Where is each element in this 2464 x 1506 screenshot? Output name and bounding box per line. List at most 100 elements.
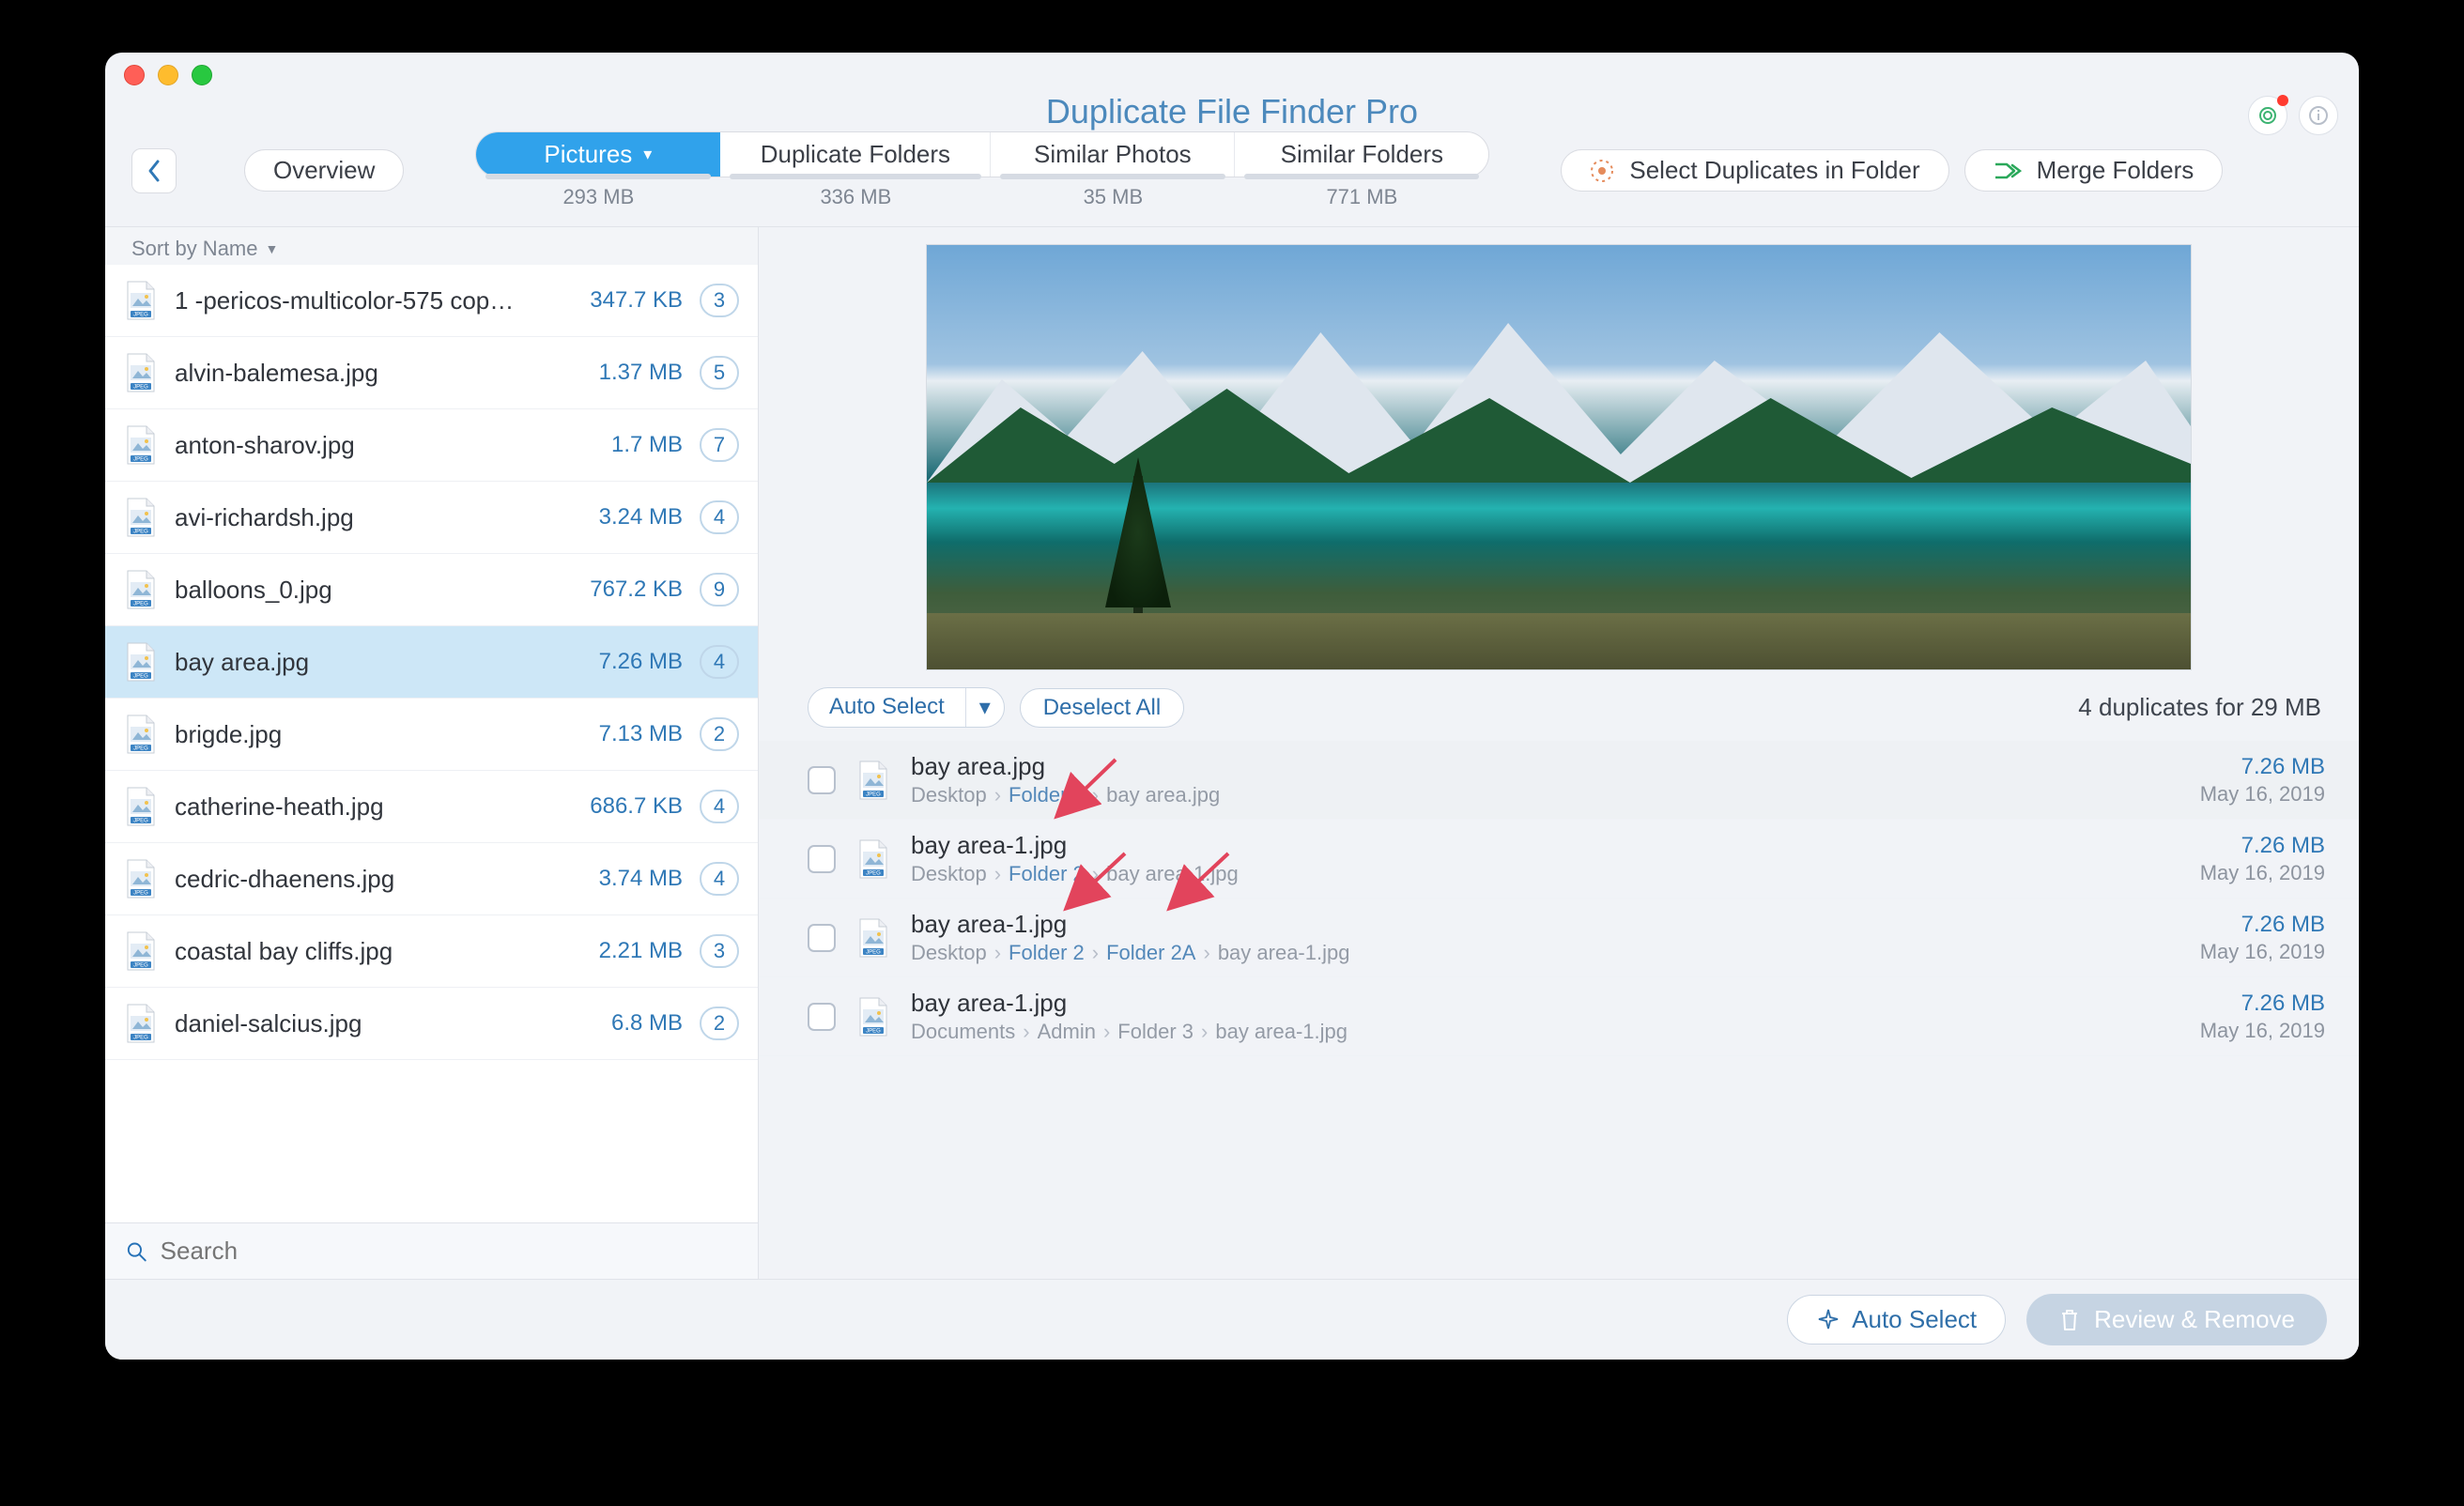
path-crumb: Folder 2 bbox=[1009, 862, 1085, 885]
sidebar-item[interactable]: JPEG daniel-salcius.jpg 6.8 MB 2 bbox=[105, 988, 758, 1060]
deselect-all-button[interactable]: Deselect All bbox=[1020, 688, 1184, 728]
duplicate-count-badge: 4 bbox=[700, 645, 739, 679]
sidebar-item[interactable]: JPEG balloons_0.jpg 767.2 KB 9 bbox=[105, 554, 758, 626]
tab-similar-photos[interactable]: Similar Photos bbox=[991, 132, 1235, 177]
file-name: anton-sharov.jpg bbox=[175, 431, 534, 460]
duplicate-file-path: Documents›Admin›Folder 3›bay area-1.jpg bbox=[911, 1020, 2179, 1044]
svg-text:JPEG: JPEG bbox=[133, 602, 148, 607]
review-and-remove-button[interactable]: Review & Remove bbox=[2026, 1294, 2327, 1345]
duplicate-count-badge: 2 bbox=[700, 717, 739, 751]
jpeg-file-icon: JPEG bbox=[856, 996, 890, 1037]
duplicate-count-badge: 3 bbox=[700, 934, 739, 968]
tab-similar-folders[interactable]: Similar Folders bbox=[1235, 132, 1488, 177]
select-duplicates-in-folder-button[interactable]: Select Duplicates in Folder bbox=[1561, 149, 1948, 192]
file-name: balloons_0.jpg bbox=[175, 576, 534, 605]
chevron-right-icon: › bbox=[1201, 1020, 1208, 1043]
duplicate-file-name: bay area-1.jpg bbox=[911, 989, 2179, 1018]
tab-duplicate-folders[interactable]: Duplicate Folders bbox=[720, 132, 991, 177]
overview-button[interactable]: Overview bbox=[244, 149, 404, 192]
svg-text:JPEG: JPEG bbox=[133, 530, 148, 535]
merge-folders-button[interactable]: Merge Folders bbox=[1964, 149, 2224, 192]
activity-icon[interactable] bbox=[2248, 96, 2287, 135]
image-preview bbox=[926, 244, 2192, 670]
select-checkbox[interactable] bbox=[808, 1003, 836, 1031]
duplicate-row[interactable]: JPEG bay area-1.jpg Desktop›Folder 2›Fol… bbox=[759, 899, 2359, 977]
chevron-right-icon: › bbox=[994, 941, 1001, 964]
duplicate-count-badge: 2 bbox=[700, 1007, 739, 1040]
footer-auto-select-button[interactable]: Auto Select bbox=[1787, 1295, 2006, 1345]
duplicates-summary: 4 duplicates for 29 MB bbox=[2078, 693, 2331, 722]
duplicate-file-path: Desktop›Folder 2›Folder 2A›bay area-1.jp… bbox=[911, 941, 2179, 965]
chevron-down-icon: ▼ bbox=[266, 241, 279, 256]
sidebar-item[interactable]: JPEG brigde.jpg 7.13 MB 2 bbox=[105, 699, 758, 771]
duplicate-file-name: bay area-1.jpg bbox=[911, 831, 2179, 860]
svg-text:JPEG: JPEG bbox=[866, 870, 881, 876]
overview-label: Overview bbox=[273, 156, 375, 185]
file-size: 767.2 KB bbox=[551, 576, 683, 603]
chevron-right-icon: › bbox=[1203, 941, 1209, 964]
sidebar-item[interactable]: JPEG alvin-balemesa.jpg 1.37 MB 5 bbox=[105, 337, 758, 409]
sidebar-item[interactable]: JPEG 1 -pericos-multicolor-575 cop… 347.… bbox=[105, 265, 758, 337]
info-icon[interactable] bbox=[2299, 96, 2338, 135]
duplicate-file-size: 7.26 MB bbox=[2200, 754, 2325, 780]
duplicate-row[interactable]: JPEG bay area.jpg Desktop›Folder 1›bay a… bbox=[759, 741, 2359, 820]
file-name: catherine-heath.jpg bbox=[175, 792, 534, 822]
path-crumb: bay area-1.jpg bbox=[1106, 862, 1239, 885]
file-size: 1.7 MB bbox=[551, 432, 683, 458]
category-tabs: Pictures▾ Duplicate Folders Similar Photos… bbox=[475, 131, 1489, 177]
sidebar-item[interactable]: JPEG bay area.jpg 7.26 MB 4 bbox=[105, 626, 758, 699]
duplicate-row[interactable]: JPEG bay area-1.jpg Desktop›Folder 2›bay… bbox=[759, 820, 2359, 899]
svg-text:JPEG: JPEG bbox=[133, 746, 148, 752]
duplicate-file-name: bay area-1.jpg bbox=[911, 910, 2179, 939]
auto-select-dropdown[interactable]: Auto Select ▾ bbox=[808, 687, 1005, 728]
review-remove-label: Review & Remove bbox=[2094, 1305, 2295, 1334]
sidebar-item[interactable]: JPEG avi-richardsh.jpg 3.24 MB 4 bbox=[105, 482, 758, 554]
merge-folders-label: Merge Folders bbox=[2037, 156, 2194, 185]
jpeg-file-icon: JPEG bbox=[124, 497, 158, 538]
window-close-button[interactable] bbox=[124, 65, 145, 85]
sidebar-item[interactable]: JPEG anton-sharov.jpg 1.7 MB 7 bbox=[105, 409, 758, 482]
select-checkbox[interactable] bbox=[808, 845, 836, 873]
app-title: Duplicate File Finder Pro bbox=[105, 92, 2359, 131]
svg-text:JPEG: JPEG bbox=[133, 385, 148, 391]
chevron-right-icon: › bbox=[994, 783, 1001, 807]
chevron-right-icon: › bbox=[1023, 1020, 1029, 1043]
window-zoom-button[interactable] bbox=[192, 65, 212, 85]
file-name: bay area.jpg bbox=[175, 648, 534, 677]
file-size: 1.37 MB bbox=[551, 360, 683, 386]
sidebar-item[interactable]: JPEG coastal bay cliffs.jpg 2.21 MB 3 bbox=[105, 915, 758, 988]
duplicate-file-size: 7.26 MB bbox=[2200, 833, 2325, 859]
file-name: brigde.jpg bbox=[175, 720, 534, 749]
chevron-down-icon[interactable]: ▾ bbox=[966, 688, 1004, 727]
search-input[interactable] bbox=[161, 1237, 737, 1266]
select-checkbox[interactable] bbox=[808, 924, 836, 952]
duplicate-count-badge: 4 bbox=[700, 862, 739, 896]
select-checkbox[interactable] bbox=[808, 766, 836, 794]
svg-text:JPEG: JPEG bbox=[133, 674, 148, 680]
file-name: 1 -pericos-multicolor-575 cop… bbox=[175, 286, 534, 315]
sidebar-item[interactable]: JPEG cedric-dhaenens.jpg 3.74 MB 4 bbox=[105, 843, 758, 915]
search-icon bbox=[126, 1240, 147, 1263]
file-size: 7.13 MB bbox=[551, 721, 683, 747]
sort-by-button[interactable]: Sort by Name ▼ bbox=[105, 227, 758, 265]
back-button[interactable] bbox=[131, 148, 177, 193]
chevron-right-icon: › bbox=[1092, 783, 1099, 807]
duplicate-file-date: May 16, 2019 bbox=[2200, 861, 2325, 885]
sort-by-label: Sort by Name bbox=[131, 237, 258, 261]
path-crumb: Folder 2 bbox=[1009, 941, 1085, 964]
svg-text:JPEG: JPEG bbox=[133, 313, 148, 318]
duplicate-file-date: May 16, 2019 bbox=[2200, 940, 2325, 964]
jpeg-file-icon: JPEG bbox=[856, 917, 890, 959]
tab-pictures[interactable]: Pictures▾ bbox=[476, 132, 720, 177]
select-duplicates-label: Select Duplicates in Folder bbox=[1629, 156, 1919, 185]
duplicate-row[interactable]: JPEG bay area-1.jpg Documents›Admin›Fold… bbox=[759, 977, 2359, 1056]
file-name: alvin-balemesa.jpg bbox=[175, 359, 534, 388]
window-minimize-button[interactable] bbox=[158, 65, 178, 85]
sidebar-item[interactable]: JPEG catherine-heath.jpg 686.7 KB 4 bbox=[105, 771, 758, 843]
file-name: avi-richardsh.jpg bbox=[175, 503, 534, 532]
trash-icon bbox=[2058, 1308, 2081, 1332]
tab-label: Similar Photos bbox=[1034, 140, 1192, 169]
svg-text:JPEG: JPEG bbox=[133, 891, 148, 897]
tab-label: Duplicate Folders bbox=[761, 140, 950, 169]
path-crumb: Folder 1 bbox=[1009, 783, 1085, 807]
